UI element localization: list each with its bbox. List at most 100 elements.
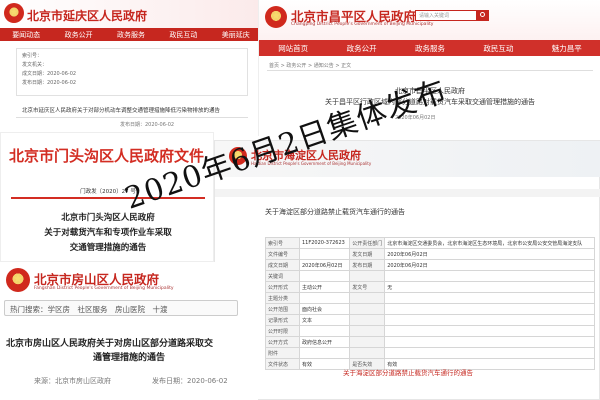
breadcrumb[interactable]: 首页 > 政务公开 > 通知公告 > 正文 bbox=[269, 62, 351, 69]
table-row: 公开范围 面向社会 bbox=[265, 303, 595, 315]
yanqing-nav-item[interactable]: 美丽延庆 bbox=[222, 30, 250, 40]
table-cell: 主动公开 bbox=[298, 281, 351, 293]
changping-nav-item[interactable]: 魅力昌平 bbox=[552, 43, 582, 54]
search-icon bbox=[480, 12, 485, 17]
mentougou-title-line3: 交通管理措施的通告 bbox=[69, 243, 147, 253]
table-row: 成文日期 2020年06月02日 发布日期 2020年06月02日 bbox=[265, 259, 595, 271]
yanqing-meta-line: 成文日期：2020-06-02 bbox=[22, 71, 77, 77]
table-cell: 公开责任部门 bbox=[349, 237, 386, 249]
table-cell bbox=[298, 248, 351, 260]
mentougou-title-line2: 关于对载货汽车和专项作业车采取 bbox=[44, 228, 172, 238]
table-row: 文件编号 发文日期 2020年06月02日 bbox=[265, 248, 595, 260]
table-cell bbox=[349, 336, 386, 348]
table-cell bbox=[384, 270, 595, 282]
haidian-meta-table: 索引号 11F2020-372623 公开责任部门 北京市海淀区交通委员会，北京市海淀… bbox=[265, 237, 595, 370]
table-cell: 2020年06月02日 bbox=[298, 259, 351, 271]
yanqing-nav: 要闻动态 政务公开 政务服务 政民互动 美丽延庆 bbox=[0, 28, 262, 41]
fangshan-title-line2: 通管理措施的通告 bbox=[92, 353, 165, 363]
yanqing-nav-item[interactable]: 政民互动 bbox=[169, 30, 197, 40]
table-cell: 2020年06月02日 bbox=[384, 248, 595, 260]
yanqing-panel: 北京市延庆区人民政府 要闻动态 政务公开 政务服务 政民互动 美丽延庆 索引号：… bbox=[0, 0, 262, 132]
table-row: 关键词 bbox=[265, 270, 595, 282]
fangshan-date: 发布日期：2020-06-02 bbox=[152, 377, 228, 385]
table-cell bbox=[384, 347, 595, 359]
table-row: 公开方式 政府信息公开 bbox=[265, 336, 595, 348]
fangshan-hot-search[interactable]: 热门搜索：学区房 社区服务 房山医院 十渡 bbox=[4, 300, 238, 316]
table-cell bbox=[349, 314, 386, 326]
changping-search-button[interactable] bbox=[477, 10, 489, 21]
table-cell: 主题分类 bbox=[265, 292, 300, 304]
table-cell bbox=[349, 325, 386, 337]
table-cell: 面向社会 bbox=[298, 303, 351, 315]
yanqing-meta-line: 发文机关： bbox=[22, 62, 48, 68]
table-cell: 索引号 bbox=[265, 237, 300, 249]
table-row: 索引号 11F2020-372623 公开责任部门 北京市海淀区交通委员会，北京市海淀… bbox=[265, 237, 595, 249]
changping-nav: 网站首页 政务公开 政务服务 政民互动 魅力昌平 bbox=[259, 40, 600, 56]
table-row: 公开时限 bbox=[265, 325, 595, 337]
fangshan-site-name-en: Fangshan District People's Government of… bbox=[34, 286, 174, 291]
table-cell bbox=[298, 347, 351, 359]
table-cell bbox=[298, 292, 351, 304]
yanqing-nav-item[interactable]: 政务服务 bbox=[117, 30, 145, 40]
table-cell: 成文日期 bbox=[265, 259, 300, 271]
yanqing-nav-item[interactable]: 要闻动态 bbox=[12, 30, 40, 40]
mentougou-title-line1: 北京市门头沟区人民政府 bbox=[61, 213, 155, 223]
haidian-breadcrumb-bar bbox=[215, 189, 600, 197]
table-cell: 文件编号 bbox=[265, 248, 300, 260]
fangshan-panel: 北京市房山区人民政府 Fangshan District People's Go… bbox=[0, 262, 258, 400]
table-cell: 11F2020-372623 bbox=[298, 237, 351, 249]
table-cell: 发布日期 bbox=[349, 259, 386, 271]
changping-nav-item[interactable]: 政务公开 bbox=[347, 43, 377, 54]
table-cell: 公开形式 bbox=[265, 281, 300, 293]
fangshan-hot-search-text: 热门搜索：学区房 社区服务 房山医院 十渡 bbox=[10, 305, 168, 314]
table-cell: 北京市海淀区交通委员会，北京市海淀区生态环境局，北京市公安局公安交管局海淀支队 bbox=[384, 237, 595, 249]
yanqing-meta-box: 索引号： 发文机关： 成文日期：2020-06-02 发布日期：2020-06-… bbox=[16, 48, 248, 96]
table-cell: 记录形式 bbox=[265, 314, 300, 326]
changping-nav-item[interactable]: 政务服务 bbox=[415, 43, 445, 54]
fangshan-title-line1: 北京市房山区人民政府关于对房山区部分道路采取交 bbox=[6, 339, 214, 349]
yanqing-meta-line: 发布日期：2020-06-02 bbox=[22, 80, 77, 86]
table-cell: 发文号 bbox=[349, 281, 386, 293]
table-cell bbox=[298, 325, 351, 337]
table-cell: 关键词 bbox=[265, 270, 300, 282]
table-row: 附件 bbox=[265, 347, 595, 359]
table-cell bbox=[349, 292, 386, 304]
table-cell: 附件 bbox=[265, 347, 300, 359]
table-cell bbox=[384, 336, 595, 348]
table-cell: 发文日期 bbox=[349, 248, 386, 260]
yanqing-site-name[interactable]: 北京市延庆区人民政府 bbox=[27, 7, 147, 24]
changping-site-name-en: Changping District People's Government o… bbox=[291, 22, 434, 27]
table-cell: 公开范围 bbox=[265, 303, 300, 315]
table-cell bbox=[349, 303, 386, 315]
yanqing-emblem bbox=[4, 3, 24, 23]
yanqing-nav-item[interactable]: 政务公开 bbox=[65, 30, 93, 40]
yanqing-doc-title: 北京市延庆区人民政府关于对部分机动车调整交通管理措施降低污染物排放的通告 bbox=[22, 108, 221, 114]
table-cell: 政府信息公开 bbox=[298, 336, 351, 348]
table-cell: 2020年06月02日 bbox=[384, 259, 595, 271]
table-cell bbox=[384, 292, 595, 304]
changping-emblem bbox=[265, 6, 287, 28]
table-cell bbox=[384, 303, 595, 315]
fangshan-source: 来源：北京市房山区政府 bbox=[34, 377, 111, 385]
yanqing-divider bbox=[16, 117, 248, 118]
table-row: 主题分类 bbox=[265, 292, 595, 304]
table-cell: 公开时限 bbox=[265, 325, 300, 337]
table-cell: 公开方式 bbox=[265, 336, 300, 348]
haidian-bottom-title: 关于海淀区部分道路禁止载货汽车通行的通告 bbox=[343, 369, 473, 377]
table-cell bbox=[349, 347, 386, 359]
table-cell: 无 bbox=[384, 281, 595, 293]
changping-nav-item[interactable]: 政民互动 bbox=[483, 43, 513, 54]
table-cell bbox=[349, 270, 386, 282]
table-row: 公开形式 主动公开 发文号无 bbox=[265, 281, 595, 293]
fangshan-emblem bbox=[6, 268, 30, 292]
haidian-panel: 北京市海淀区人民政府 Haidian District People's Gov… bbox=[214, 140, 600, 400]
changping-nav-item[interactable]: 网站首页 bbox=[278, 43, 308, 54]
changping-search-input[interactable]: 请输入关键词 bbox=[415, 10, 477, 21]
table-row: 记录形式 文本 bbox=[265, 314, 595, 326]
yanqing-meta-line: 索引号： bbox=[22, 53, 43, 59]
table-cell bbox=[298, 270, 351, 282]
haidian-title-line: 关于海淀区部分道路禁止载货汽车通行的通告 bbox=[265, 208, 405, 216]
table-cell: 文本 bbox=[298, 314, 351, 326]
yanqing-footer: 发布日期：2020-06-02 bbox=[120, 122, 175, 128]
table-cell bbox=[384, 325, 595, 337]
